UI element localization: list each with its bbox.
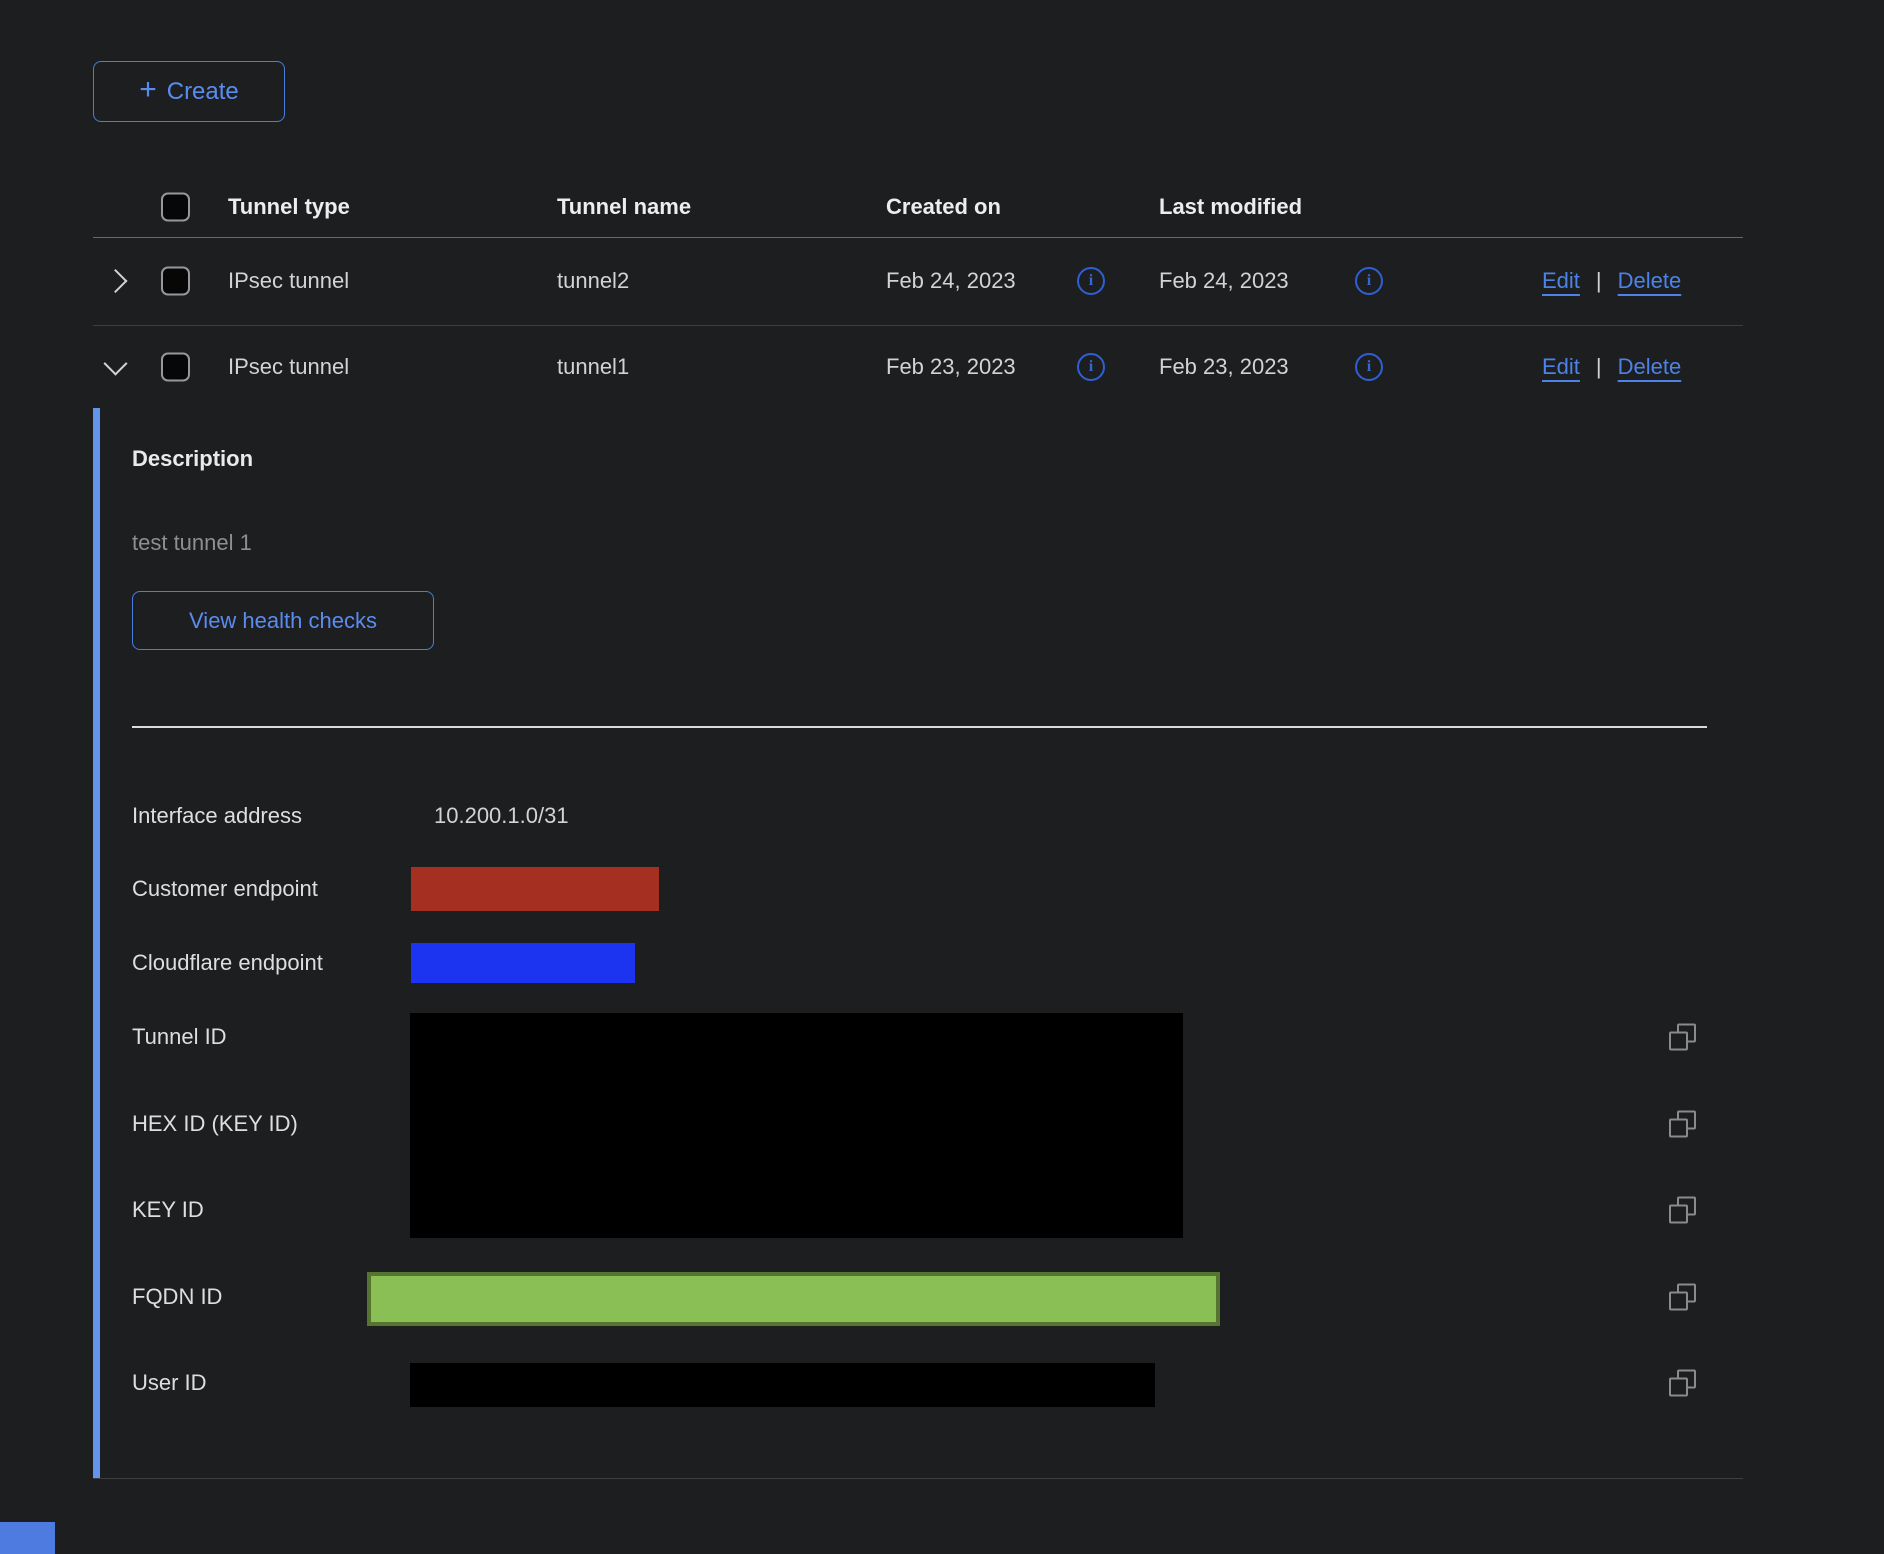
chevron-down-icon[interactable] [103,351,127,375]
view-health-checks-button[interactable]: View health checks [132,591,434,650]
tunnel-type-cell: IPsec tunnel [228,354,349,380]
table-header: Tunnel type Tunnel name Created on Last … [93,176,1743,238]
info-icon[interactable]: i [1355,267,1383,295]
copy-icon [1669,1197,1696,1224]
hex-id-label: HEX ID (KEY ID) [132,1111,298,1137]
table-row: IPsec tunnel tunnel2 Feb 24, 2023 i Feb … [93,237,1743,326]
description-value: test tunnel 1 [132,530,252,556]
edit-link[interactable]: Edit [1542,268,1580,293]
copy-icon [1669,1024,1696,1051]
fqdn-id-redacted-value [367,1272,1220,1326]
column-header-last-modified: Last modified [1159,194,1302,220]
interface-address-label: Interface address [132,803,302,829]
info-icon[interactable]: i [1077,267,1105,295]
last-modified-cell: Feb 23, 2023 [1159,354,1289,380]
delete-link[interactable]: Delete [1618,268,1682,293]
column-header-tunnel-name: Tunnel name [557,194,691,220]
cloudflare-endpoint-label: Cloudflare endpoint [132,950,323,976]
copy-button[interactable] [1669,1111,1696,1138]
row-checkbox[interactable] [161,267,190,296]
tunnel-name-cell: tunnel2 [557,268,629,294]
copy-button[interactable] [1669,1370,1696,1397]
interface-address-value: 10.200.1.0/31 [434,803,569,829]
copy-button[interactable] [1669,1197,1696,1224]
copy-icon [1669,1284,1696,1311]
expanded-tunnel-panel: Description test tunnel 1 View health ch… [93,408,1743,1479]
select-all-checkbox[interactable] [161,192,190,221]
plus-icon: + [139,75,157,105]
tunnel-id-label: Tunnel ID [132,1024,227,1050]
row-actions: Edit | Delete [1542,354,1681,380]
created-on-cell: Feb 23, 2023 [886,354,1016,380]
created-on-cell: Feb 24, 2023 [886,268,1016,294]
last-modified-cell: Feb 24, 2023 [1159,268,1289,294]
panel-divider [132,726,1707,728]
copy-icon [1669,1111,1696,1138]
fqdn-id-label: FQDN ID [132,1284,222,1310]
user-id-label: User ID [132,1370,207,1396]
table-row: IPsec tunnel tunnel1 Feb 23, 2023 i Feb … [93,325,1743,408]
info-icon[interactable]: i [1077,353,1105,381]
tunnel-name-cell: tunnel1 [557,354,629,380]
tunnel-type-cell: IPsec tunnel [228,268,349,294]
customer-endpoint-label: Customer endpoint [132,876,318,902]
info-icon[interactable]: i [1355,353,1383,381]
actions-separator: | [1596,268,1602,293]
row-checkbox[interactable] [161,352,190,381]
expanded-row-accent-bar [93,408,100,1478]
chevron-right-icon[interactable] [103,269,127,293]
delete-link[interactable]: Delete [1618,354,1682,379]
description-label: Description [132,446,253,472]
actions-separator: | [1596,354,1602,379]
edit-link[interactable]: Edit [1542,354,1580,379]
user-id-redacted-value [410,1363,1155,1407]
row-actions: Edit | Delete [1542,268,1681,294]
cloudflare-endpoint-redacted-value [411,943,635,983]
column-header-tunnel-type: Tunnel type [228,194,350,220]
customer-endpoint-redacted-value [411,867,659,911]
tunnels-page: + Create Tunnel type Tunnel name Created… [0,0,1884,1554]
column-header-created-on: Created on [886,194,1001,220]
create-button-label: Create [167,78,239,106]
copy-button[interactable] [1669,1024,1696,1051]
key-id-label: KEY ID [132,1197,204,1223]
copy-button[interactable] [1669,1284,1696,1311]
ids-redacted-value [410,1013,1183,1238]
create-button[interactable]: + Create [93,61,285,122]
bottom-left-accent-bar [0,1522,55,1554]
copy-icon [1669,1370,1696,1397]
